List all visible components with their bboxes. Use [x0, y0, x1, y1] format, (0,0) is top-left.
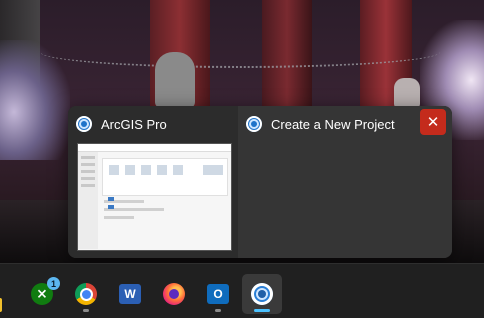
thumbnail-text-row	[104, 216, 134, 219]
thumbnail-template-tile	[157, 165, 167, 175]
taskbar-firefox[interactable]	[154, 274, 194, 314]
taskbar-word[interactable]: W	[110, 274, 150, 314]
close-window-button[interactable]: ✕	[420, 109, 446, 135]
thumbnail-template-tile	[173, 165, 183, 175]
folder-icon	[0, 298, 2, 312]
close-icon: ✕	[426, 114, 440, 131]
wallpaper-lion-statue	[394, 78, 420, 108]
thumbnail-link	[108, 205, 114, 209]
arcgis-pro-icon	[76, 116, 92, 132]
xbox-glyph: ⨯	[36, 286, 48, 301]
taskbar-arcgis-pro[interactable]	[242, 274, 282, 314]
notification-badge: 1	[47, 277, 60, 290]
window-thumbnail[interactable]	[77, 143, 232, 251]
preview-window-title: ArcGIS Pro	[101, 116, 167, 132]
preview-window-arcgis-pro[interactable]: ArcGIS Pro	[68, 106, 238, 258]
thumbnail-template-tile	[109, 165, 119, 175]
firefox-icon	[163, 283, 185, 305]
running-indicator	[215, 309, 221, 312]
taskbar-xbox[interactable]: ⨯ 1	[22, 274, 62, 314]
taskbar-window-preview: ArcGIS Pro Create a New Project ✕	[68, 106, 452, 258]
thumbnail-sidebar	[78, 152, 98, 249]
thumbnail-template-tile	[141, 165, 151, 175]
preview-header: Create a New Project	[246, 116, 395, 132]
outlook-icon: O	[207, 284, 229, 304]
taskbar: ⨯ 1 W O	[0, 263, 484, 318]
wallpaper-chain	[40, 36, 440, 68]
preview-header: ArcGIS Pro	[76, 116, 167, 132]
taskbar-outlook[interactable]: O	[198, 274, 238, 314]
thumbnail-template-tile	[203, 165, 223, 175]
thumbnail-link	[108, 197, 114, 201]
arcgis-pro-icon	[246, 116, 262, 132]
taskbar-chrome[interactable]	[66, 274, 106, 314]
preview-window-title: Create a New Project	[271, 116, 395, 132]
thumbnail-titlebar	[78, 144, 231, 152]
chrome-icon	[75, 283, 97, 305]
thumbnail-template-tile	[125, 165, 135, 175]
thumbnail-templates-card	[102, 158, 228, 196]
wallpaper-lion-statue	[155, 52, 195, 108]
arcgis-pro-icon	[251, 283, 273, 305]
running-indicator-active	[254, 309, 270, 312]
running-indicator	[83, 309, 89, 312]
word-icon: W	[119, 284, 141, 304]
